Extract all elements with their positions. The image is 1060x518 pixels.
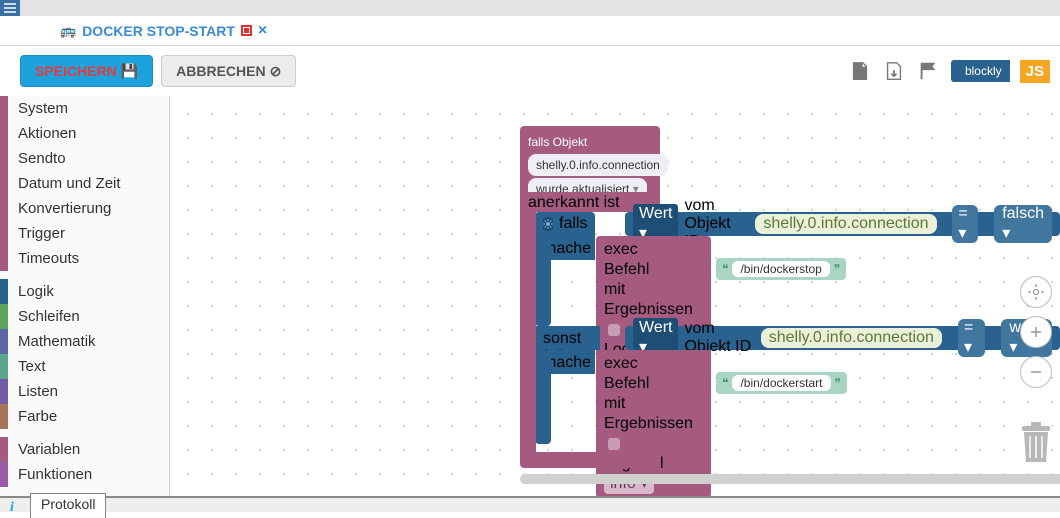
category-color-bar xyxy=(0,329,8,354)
zoom-out-button[interactable] xyxy=(1020,356,1052,388)
category-item[interactable]: Schleifen xyxy=(0,304,169,329)
category-color-bar xyxy=(0,146,8,171)
export-icon[interactable] xyxy=(849,60,871,82)
block-else-if[interactable]: sonst falls xyxy=(535,326,600,350)
category-item[interactable]: Mathematik xyxy=(0,329,169,354)
tab-docker[interactable]: 🚌 DOCKER STOP-START × xyxy=(60,22,267,40)
category-label: Funktionen xyxy=(18,466,92,483)
bool-dropdown[interactable]: falsch xyxy=(994,205,1052,243)
trash-icon[interactable] xyxy=(1018,422,1054,466)
category-label: Konvertierung xyxy=(18,200,111,217)
results-checkbox[interactable] xyxy=(608,438,620,450)
category-list: System Aktionen Sendto Datum und Zeit Konver… xyxy=(0,96,170,496)
category-label: Timeouts xyxy=(18,250,79,267)
flag-icon[interactable] xyxy=(917,60,939,82)
category-label: System xyxy=(18,100,68,117)
center-button[interactable] xyxy=(1020,276,1052,308)
save-button[interactable]: SPEICHERN 💾 xyxy=(20,55,153,87)
category-color-bar xyxy=(0,121,8,146)
category-item[interactable]: Konvertierung xyxy=(0,196,169,221)
save-icon: 💾 xyxy=(121,63,138,80)
category-label: Aktionen xyxy=(18,125,76,142)
category-label: Mathematik xyxy=(18,333,96,350)
quote-icon: ❝ xyxy=(722,376,728,390)
category-label: Farbe xyxy=(18,408,57,425)
category-item[interactable]: Listen xyxy=(0,379,169,404)
category-color-bar xyxy=(0,246,8,271)
import-icon[interactable] xyxy=(883,60,905,82)
block-text-cmd-2[interactable]: ❝ /bin/dockerstart ❞ xyxy=(716,372,847,394)
category-label: Logik xyxy=(18,283,54,300)
bottom-bar xyxy=(0,496,1060,512)
block-text-cmd-1[interactable]: ❝ /bin/dockerstop ❞ xyxy=(716,258,846,280)
category-color-bar xyxy=(0,171,8,196)
compare-op-dropdown[interactable]: = xyxy=(952,205,978,243)
category-color-bar xyxy=(0,304,8,329)
protokoll-tab[interactable]: Protokoll xyxy=(30,493,106,518)
category-color-bar xyxy=(0,96,8,121)
cancel-icon: ⊘ xyxy=(270,63,282,80)
bus-icon: 🚌 xyxy=(60,23,76,39)
category-color-bar xyxy=(0,437,8,462)
quote-icon: ❝ xyxy=(722,262,728,276)
category-item[interactable]: Datum und Zeit xyxy=(0,171,169,196)
category-color-bar xyxy=(0,221,8,246)
category-label: Text xyxy=(18,358,46,375)
category-item[interactable]: Aktionen xyxy=(0,121,169,146)
category-label: Sendto xyxy=(18,150,66,167)
category-label: Trigger xyxy=(18,225,65,242)
category-label: Listen xyxy=(18,383,58,400)
block-condition-2[interactable]: Wert vom Objekt ID shelly.0.info.connect… xyxy=(625,326,1060,350)
js-badge[interactable]: JS xyxy=(1020,60,1050,83)
compare-op-dropdown[interactable]: = xyxy=(958,319,985,357)
category-item[interactable]: Sendto xyxy=(0,146,169,171)
category-item[interactable]: Timeouts xyxy=(0,246,169,271)
info-icon[interactable]: i xyxy=(10,500,14,516)
category-item[interactable]: Farbe xyxy=(0,404,169,429)
results-checkbox[interactable] xyxy=(608,324,620,336)
quote-icon: ❞ xyxy=(834,262,840,276)
category-label: Variablen xyxy=(18,441,80,458)
category-color-bar xyxy=(0,404,8,429)
category-color-bar xyxy=(0,196,8,221)
hamburger-menu[interactable] xyxy=(0,0,20,16)
category-color-bar xyxy=(0,379,8,404)
zoom-in-button[interactable] xyxy=(1020,316,1052,348)
block-if[interactable]: falls xyxy=(535,212,595,236)
workspace[interactable]: falls Objekt shelly.0.info.connection wu… xyxy=(170,96,1060,496)
close-icon[interactable]: × xyxy=(258,22,267,40)
object-id-pill[interactable]: shelly.0.info.connection xyxy=(755,214,936,234)
category-label: Schleifen xyxy=(18,308,80,325)
block-condition-1[interactable]: Wert vom Objekt ID shelly.0.info.connect… xyxy=(625,212,1060,236)
category-item[interactable]: Logik xyxy=(0,279,169,304)
quote-icon: ❞ xyxy=(835,376,841,390)
tab-strip: 🚌 DOCKER STOP-START × xyxy=(0,16,1060,46)
category-color-bar xyxy=(0,462,8,487)
category-item[interactable]: Text xyxy=(0,354,169,379)
object-id-pill[interactable]: shelly.0.info.connection xyxy=(528,154,668,176)
category-item[interactable]: Trigger xyxy=(0,221,169,246)
category-label: Datum und Zeit xyxy=(18,175,121,192)
category-color-bar xyxy=(0,279,8,304)
tab-title: DOCKER STOP-START xyxy=(82,23,235,39)
category-item[interactable]: System xyxy=(0,96,169,121)
cancel-button[interactable]: ABBRECHEN ⊘ xyxy=(161,55,296,87)
recording-icon xyxy=(241,25,252,36)
category-item[interactable]: Funktionen xyxy=(0,462,169,487)
toolbar: SPEICHERN 💾 ABBRECHEN ⊘ blockly JS xyxy=(0,46,1060,96)
category-item[interactable]: Variablen xyxy=(0,437,169,462)
blockly-badge[interactable]: blockly xyxy=(951,60,1010,82)
object-id-pill[interactable]: shelly.0.info.connection xyxy=(761,328,942,348)
category-color-bar xyxy=(0,354,8,379)
gear-icon[interactable] xyxy=(543,217,553,231)
horizontal-scrollbar[interactable] xyxy=(520,474,1060,484)
